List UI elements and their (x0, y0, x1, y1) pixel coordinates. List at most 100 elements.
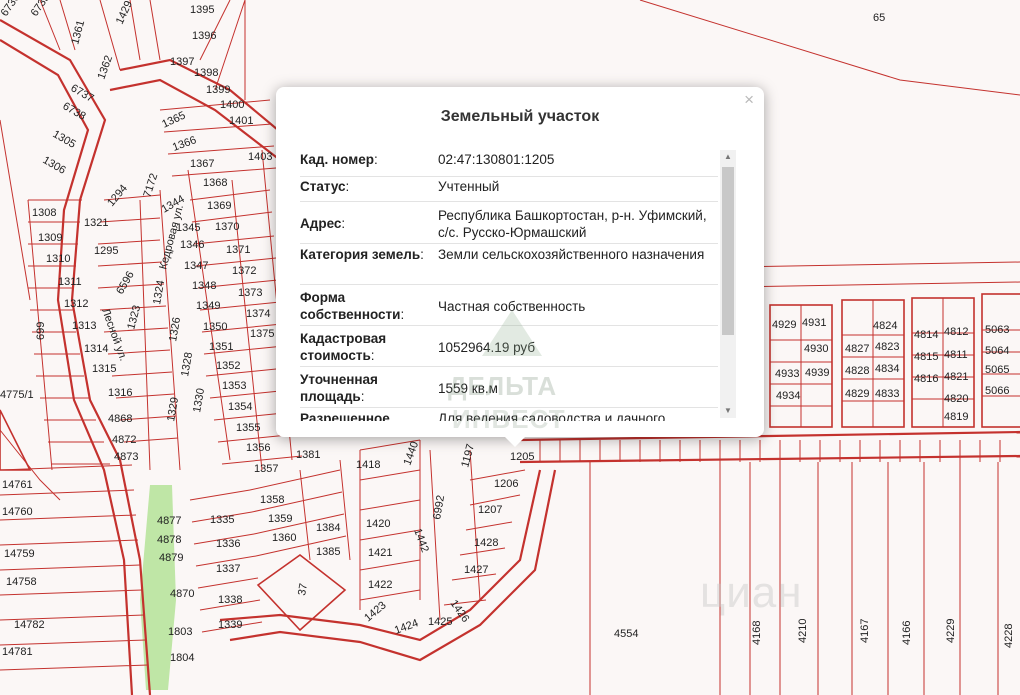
svg-text:37: 37 (296, 582, 310, 596)
close-icon[interactable]: × (744, 91, 754, 109)
watermark-corner: циан (700, 568, 803, 617)
svg-text:14761: 14761 (2, 479, 33, 491)
svg-text:1316: 1316 (108, 387, 132, 399)
svg-text:6738: 6738 (61, 100, 88, 123)
svg-text:4929: 4929 (772, 319, 796, 331)
info-row-land-category: Категория земель: Земли сельскохозяйстве… (300, 244, 718, 285)
svg-text:1365: 1365 (160, 109, 187, 130)
scroll-up-arrow-icon[interactable]: ▲ (720, 150, 736, 164)
svg-text:1396: 1396 (192, 30, 216, 42)
svg-text:1368: 1368 (203, 177, 227, 189)
svg-text:1358: 1358 (260, 494, 284, 506)
row-label: Категория земель (300, 247, 421, 262)
svg-text:4168: 4168 (751, 621, 763, 645)
svg-text:1308: 1308 (32, 207, 56, 219)
svg-text:6735: 6735 (29, 0, 53, 19)
popup-scrollbar[interactable]: ▲ ▼ (720, 150, 736, 418)
svg-text:1385: 1385 (316, 546, 340, 558)
svg-text:1422: 1422 (368, 579, 392, 591)
svg-text:1371: 1371 (226, 244, 250, 256)
svg-text:14781: 14781 (2, 646, 33, 658)
watermark-line2: ИНВЕСТ (452, 404, 566, 434)
row-value[interactable]: 02:47:130801:1205 (438, 152, 718, 176)
svg-text:1442: 1442 (411, 527, 431, 554)
svg-text:65: 65 (873, 12, 885, 24)
svg-text:1369: 1369 (207, 200, 231, 212)
svg-text:1205: 1205 (510, 451, 534, 463)
row-value: Частная собственность (438, 298, 586, 314)
svg-text:4833: 4833 (875, 388, 899, 400)
svg-text:1350: 1350 (203, 321, 227, 333)
svg-text:1401: 1401 (229, 115, 253, 127)
svg-text:1315: 1315 (92, 363, 116, 375)
svg-text:1347: 1347 (184, 260, 208, 272)
row-label: Уточненная площадь (300, 372, 378, 404)
svg-text:4775/1: 4775/1 (0, 389, 34, 401)
svg-text:1356: 1356 (246, 442, 270, 454)
svg-text:1305: 1305 (51, 128, 78, 151)
svg-text:1428: 1428 (474, 537, 498, 549)
svg-text:4939: 4939 (805, 367, 829, 379)
svg-text:4878: 4878 (157, 534, 181, 546)
svg-text:1309: 1309 (38, 232, 62, 244)
svg-text:1355: 1355 (236, 422, 260, 434)
svg-text:4815: 4815 (914, 351, 938, 363)
svg-text:1370: 1370 (215, 221, 239, 233)
svg-text:4934: 4934 (776, 390, 800, 402)
svg-text:1294: 1294 (105, 182, 130, 208)
svg-text:1314: 1314 (84, 343, 108, 355)
scroll-down-arrow-icon[interactable]: ▼ (720, 404, 736, 418)
svg-text:4824: 4824 (873, 320, 897, 332)
svg-text:4834: 4834 (875, 363, 899, 375)
row-value: Учтенный (438, 179, 500, 194)
svg-text:1335: 1335 (210, 514, 234, 526)
field-line (0, 119, 31, 301)
svg-text:1427: 1427 (464, 564, 488, 576)
svg-text:4821: 4821 (944, 371, 968, 383)
svg-text:1399: 1399 (206, 84, 230, 96)
svg-text:4827: 4827 (845, 343, 869, 355)
watermark-line1: ДЕЛЬТА (448, 371, 558, 401)
road-north-inner (109, 78, 281, 161)
svg-text:4877: 4877 (157, 515, 181, 527)
svg-text:1337: 1337 (216, 563, 240, 575)
svg-text:1421: 1421 (368, 547, 392, 559)
svg-text:1803: 1803 (168, 626, 192, 638)
svg-text:1346: 1346 (180, 239, 204, 251)
svg-text:1381: 1381 (296, 449, 320, 461)
svg-text:1338: 1338 (218, 594, 242, 606)
svg-text:1357: 1357 (254, 463, 278, 475)
svg-text:14758: 14758 (6, 576, 37, 588)
info-row-status: Статус: Учтенный (300, 177, 718, 202)
svg-text:1373: 1373 (238, 287, 262, 299)
svg-text:1330: 1330 (191, 387, 207, 413)
svg-text:1398: 1398 (194, 67, 218, 79)
row-label: Адрес (300, 216, 342, 231)
svg-text:1197: 1197 (459, 443, 477, 469)
info-row-address: Адрес: Республика Башкортостан, р-н. Уфи… (300, 202, 718, 244)
svg-text:4166: 4166 (901, 621, 913, 645)
svg-text:1348: 1348 (192, 280, 216, 292)
svg-text:1310: 1310 (46, 253, 70, 265)
svg-text:699: 699 (35, 322, 47, 340)
popup-pointer (505, 437, 525, 447)
svg-text:5066: 5066 (985, 385, 1009, 397)
svg-text:1804: 1804 (170, 652, 194, 664)
svg-text:6992: 6992 (431, 494, 447, 520)
svg-text:14782: 14782 (14, 619, 45, 631)
svg-text:1349: 1349 (196, 300, 220, 312)
scrollbar-thumb[interactable] (722, 167, 734, 335)
road-east-bottom (519, 454, 1020, 464)
svg-text:1336: 1336 (216, 538, 240, 550)
svg-text:4820: 4820 (944, 393, 968, 405)
east-blocks (769, 293, 1020, 428)
svg-text:4167: 4167 (859, 619, 871, 643)
svg-text:1400: 1400 (220, 99, 244, 111)
svg-text:4814: 4814 (914, 329, 938, 341)
svg-text:1354: 1354 (228, 401, 252, 413)
svg-text:4829: 4829 (845, 388, 869, 400)
svg-text:1321: 1321 (84, 217, 108, 229)
svg-text:1324: 1324 (151, 279, 167, 305)
svg-text:4812: 4812 (944, 326, 968, 338)
svg-text:1397: 1397 (170, 56, 194, 68)
